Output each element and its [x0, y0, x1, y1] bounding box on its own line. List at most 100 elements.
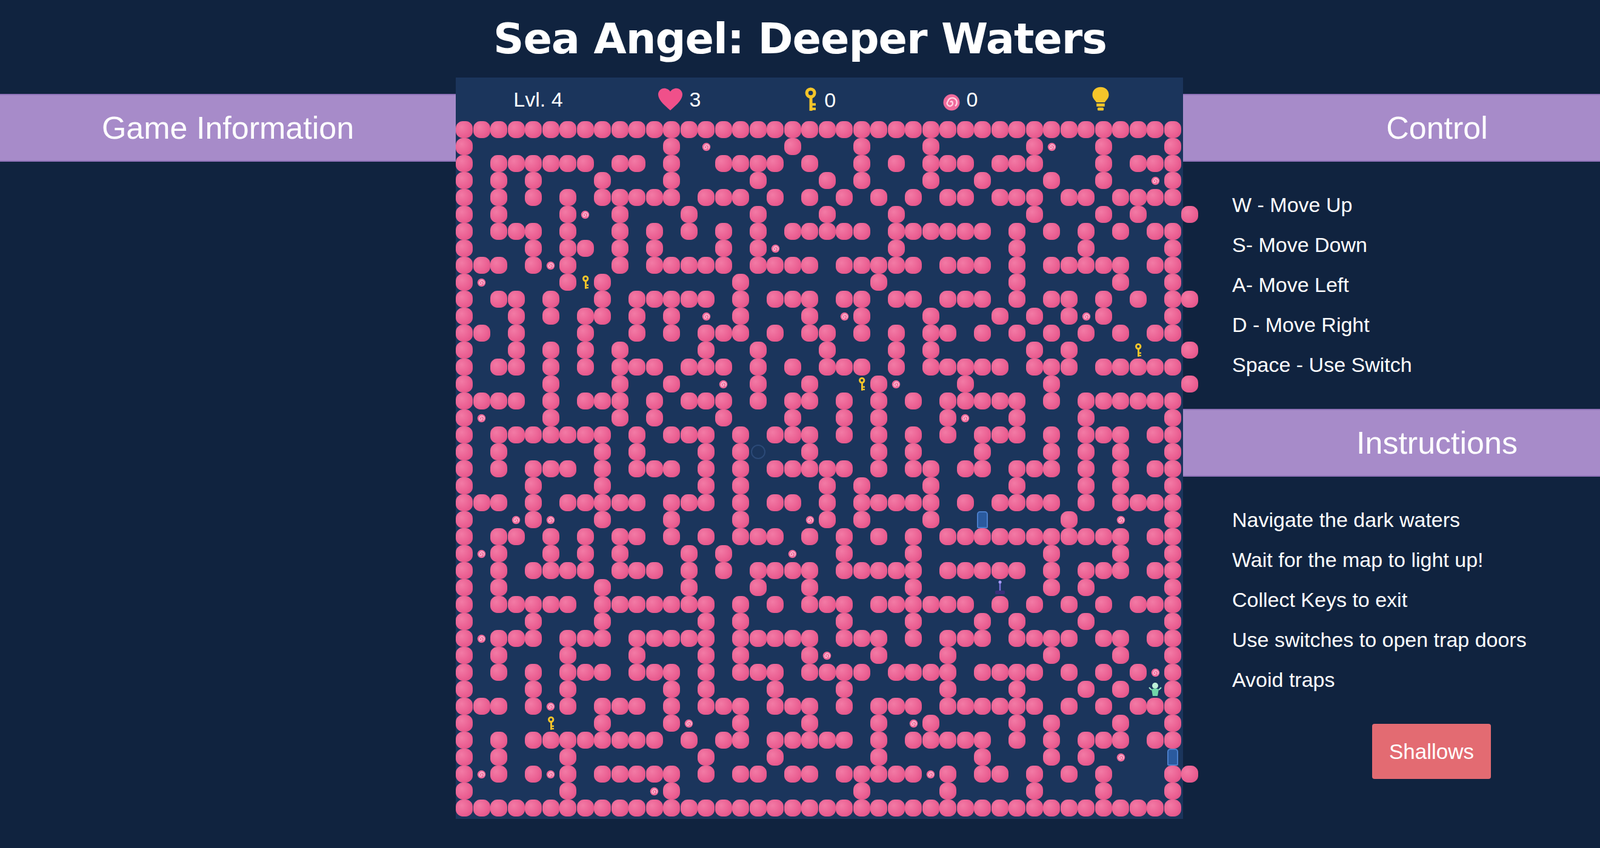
maze-path: [1043, 307, 1061, 325]
maze-wall: [1060, 766, 1079, 784]
maze-path: [646, 715, 664, 733]
maze-wall: [801, 324, 819, 342]
maze-wall: [956, 698, 975, 716]
maze-path: [646, 206, 664, 224]
maze-path: [542, 783, 560, 800]
maze-wall: [818, 477, 837, 495]
maze-wall: [524, 630, 543, 648]
maze-path: [1129, 324, 1148, 342]
maze-path: [956, 749, 975, 767]
maze-shell: [473, 273, 491, 291]
maze-path: [991, 443, 1010, 461]
maze-wall: [749, 358, 768, 376]
maze-wall: [1146, 698, 1165, 716]
maze-wall: [455, 138, 474, 156]
maze-path: [593, 545, 612, 563]
maze-path: [490, 375, 508, 393]
maze-wall: [749, 528, 768, 546]
maze-path: [715, 579, 733, 597]
maze-wall: [801, 664, 819, 682]
maze-path: [784, 783, 802, 800]
maze-path: [628, 511, 647, 529]
maze-wall: [801, 630, 819, 648]
maze-wall: [1008, 240, 1027, 257]
maze-key: [1129, 341, 1148, 359]
maze-wall: [542, 155, 560, 173]
maze-path: [853, 240, 871, 257]
maze-wall: [663, 138, 681, 156]
maze-wall: [1164, 630, 1182, 648]
maze-wall: [801, 579, 819, 597]
maze-path: [835, 579, 854, 597]
maze-row: [455, 664, 1184, 682]
maze-path: [1026, 290, 1044, 308]
maze-wall: [524, 664, 543, 682]
maze-wall: [939, 189, 957, 207]
maze-path: [749, 477, 768, 495]
maze-path: [611, 783, 630, 800]
maze-path: [663, 545, 681, 563]
maze-wall: [939, 647, 957, 665]
maze-shell: [1146, 172, 1165, 190]
maze-path: [593, 647, 612, 665]
maze-path: [1112, 240, 1130, 257]
maze-path: [628, 256, 647, 274]
maze-path: [1043, 766, 1061, 784]
maze-wall: [1077, 121, 1096, 139]
maze-row: [455, 223, 1184, 240]
maze-wall: [853, 155, 871, 173]
shallows-button[interactable]: Shallows: [1372, 724, 1491, 780]
control-list: W - Move UpS- Move DownA- Move LeftD - M…: [1183, 161, 1600, 410]
maze-wall: [1164, 443, 1182, 461]
instruction-item: Navigate the dark waters: [1232, 500, 1600, 540]
maze-path: [904, 206, 923, 224]
maze-path: [956, 426, 975, 444]
maze-wall: [1008, 155, 1027, 173]
maze-row: [455, 206, 1184, 224]
maze-wall: [853, 783, 871, 800]
maze-path: [1008, 358, 1027, 376]
maze-grid[interactable]: [455, 121, 1184, 820]
maze-wall: [732, 766, 750, 784]
maze-path: [593, 324, 612, 342]
maze-wall: [1095, 155, 1113, 173]
maze-wall: [1043, 290, 1061, 308]
maze-wall: [784, 562, 802, 580]
maze-wall: [835, 290, 854, 308]
maze-path: [835, 511, 854, 529]
maze-path: [904, 155, 923, 173]
maze-path: [490, 511, 508, 529]
maze-path: [1129, 511, 1148, 529]
maze-row: [455, 189, 1184, 207]
shell-icon: [1116, 753, 1126, 763]
maze-wall: [1129, 358, 1148, 376]
maze-wall: [611, 189, 630, 207]
maze-path: [576, 189, 595, 207]
maze-path: [663, 749, 681, 767]
maze-path: [576, 138, 595, 156]
maze-wall: [853, 664, 871, 682]
maze-path: [784, 172, 802, 190]
maze-path: [991, 511, 1010, 529]
maze-path: [749, 783, 768, 800]
maze-wall: [455, 698, 474, 716]
maze-path: [922, 698, 940, 716]
maze-wall: [1146, 223, 1165, 240]
maze-wall: [611, 358, 630, 376]
maze-wall: [593, 426, 612, 444]
maze-path: [490, 681, 508, 699]
maze-row: [455, 562, 1184, 580]
maze-wall: [593, 121, 612, 139]
maze-wall: [715, 800, 733, 817]
maze-wall: [611, 698, 630, 716]
maze-wall: [1095, 562, 1113, 580]
maze-shell: [887, 375, 906, 393]
maze-wall: [663, 172, 681, 190]
maze-path: [663, 358, 681, 376]
maze-wall: [680, 223, 699, 240]
maze-path: [542, 324, 560, 342]
maze-wall: [1112, 681, 1130, 699]
maze-wall: [870, 273, 888, 291]
switch-icon[interactable]: [993, 580, 1007, 596]
trap-ring: [750, 444, 766, 460]
